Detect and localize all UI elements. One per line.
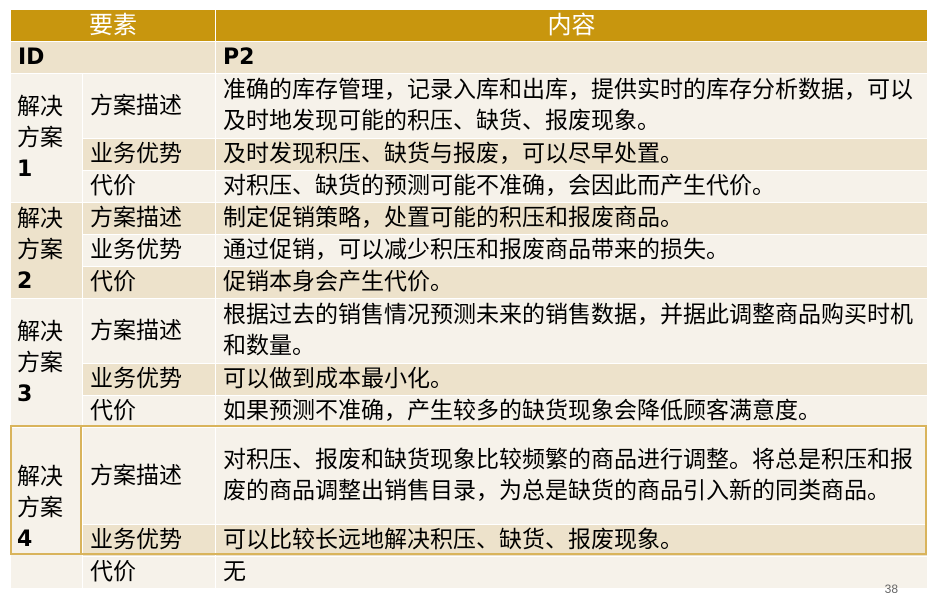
row-text: 促销本身会产生代价。 [215,266,928,299]
header-element: 要素 [10,9,216,42]
table-row: 代价 如果预测不准确，产生较多的缺货现象会降低顾客满意度。 [11,395,928,428]
row-text: 无 [215,556,928,589]
row-label: 方案描述 [82,73,216,139]
solution-3-label: 解决 方案 3 [10,298,83,428]
requirements-table: 要素 内容 ID P2 解决 方案 1 方案描述 准确的库存管理，记录入库和出库… [10,9,928,589]
header-content: 内容 [215,9,928,42]
row-label: 代价 [82,266,216,299]
row-label: 业务优势 [82,363,216,396]
id-value: P2 [215,41,928,74]
row-text: 制定促销策略，处置可能的积压和报废商品。 [215,202,928,235]
row-label: 方案描述 [82,298,216,364]
slide-number: 38 [884,582,898,596]
row-label: 业务优势 [82,138,216,171]
row-label: 代价 [82,170,216,203]
row-label: 代价 [82,395,216,428]
table-row: 解决 方案 2 方案描述 制定促销策略，处置可能的积压和报废商品。 [10,202,928,299]
id-row: ID P2 [10,41,928,74]
row-label: 业务优势 [82,234,216,267]
row-label: 方案描述 [82,427,216,525]
table-row: 解决 方案 3 方案描述 根据过去的销售情况预测未来的销售数据，并据此调整商品购… [10,298,928,428]
row-text: 可以比较长远地解决积压、缺货、报废现象。 [215,524,928,557]
row-label: 代价 [82,556,216,589]
row-text: 及时发现积压、缺货与报废，可以尽早处置。 [215,138,928,171]
table-row: 业务优势 及时发现积压、缺货与报废，可以尽早处置。 [11,138,928,171]
solution-2-label: 解决 方案 2 [10,202,83,299]
table-row: 业务优势 通过促销，可以减少积压和报废商品带来的损失。 [11,234,928,267]
table-row: 解决 方案 1 方案描述 准确的库存管理，记录入库和出库，提供实时的库存分析数据… [10,73,928,203]
row-text: 根据过去的销售情况预测未来的销售数据，并据此调整商品购买时机和数量。 [215,298,928,364]
solution-1-label: 解决 方案 1 [10,73,83,203]
table-row: 业务优势 可以比较长远地解决积压、缺货、报废现象。 [11,524,928,557]
table-row: 业务优势 可以做到成本最小化。 [11,363,928,396]
row-label: 业务优势 [82,524,216,557]
row-text: 如果预测不准确，产生较多的缺货现象会降低顾客满意度。 [215,395,928,428]
table-row: 代价 无 [11,556,928,589]
table-row: 代价 促销本身会产生代价。 [11,266,928,299]
row-text: 准确的库存管理，记录入库和出库，提供实时的库存分析数据，可以及时地发现可能的积压… [215,73,928,139]
row-text: 对积压、缺货的预测可能不准确，会因此而产生代价。 [215,170,928,203]
row-text: 通过促销，可以减少积压和报废商品带来的损失。 [215,234,928,267]
table-row: 解决 方案 4 方案描述 对积压、报废和缺货现象比较频繁的商品进行调整。将总是积… [10,427,928,589]
table-row: 代价 对积压、缺货的预测可能不准确，会因此而产生代价。 [11,170,928,203]
row-text: 可以做到成本最小化。 [215,363,928,396]
id-label: ID [10,41,216,74]
row-text: 对积压、报废和缺货现象比较频繁的商品进行调整。将总是积压和报废的商品调整出销售目… [215,427,928,525]
solution-4-label: 解决 方案 4 [10,427,83,589]
header-row: 要素 内容 [10,9,928,42]
row-label: 方案描述 [82,202,216,235]
